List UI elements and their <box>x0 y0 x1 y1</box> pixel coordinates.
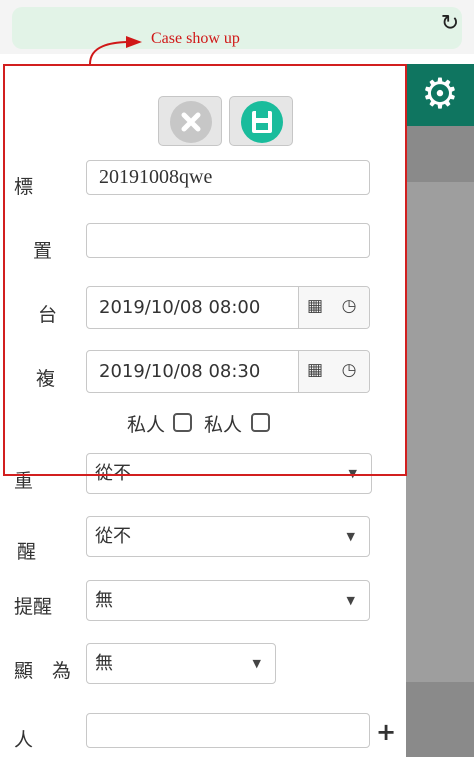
end-datetime-addon: ▦ ◷ <box>298 351 369 392</box>
chevron-down-icon: ▼ <box>346 594 355 607</box>
location-input[interactable] <box>86 223 370 258</box>
annotation-label: Case show up <box>151 30 240 47</box>
clock-icon[interactable]: ◷ <box>339 360 359 380</box>
annotation-arrow <box>89 36 142 65</box>
private-checkbox[interactable] <box>173 413 192 432</box>
clock-icon[interactable]: ◷ <box>339 296 359 316</box>
repeat-select[interactable]: 從不 ▼ <box>86 453 372 494</box>
private-checkbox-2[interactable] <box>251 413 270 432</box>
close-icon <box>170 101 212 143</box>
private-label: 私人 <box>127 414 166 436</box>
reminder-select[interactable]: 從不 ▼ <box>86 516 370 557</box>
show-as-value: 無 <box>95 653 113 674</box>
title-value: 20191008qwe <box>99 166 213 188</box>
background-content <box>406 182 474 682</box>
start-datetime-addon: ▦ ◷ <box>298 287 369 328</box>
start-label: 台 <box>38 304 58 326</box>
chevron-down-icon: ▼ <box>346 530 355 543</box>
calendar-icon[interactable]: ▦ <box>305 296 325 316</box>
repeat-label: 重 <box>14 470 34 492</box>
chevron-down-icon: ▼ <box>252 657 261 670</box>
reminder-value: 從不 <box>95 526 131 547</box>
cancel-button[interactable] <box>158 96 222 146</box>
gear-icon[interactable]: ⚙ <box>418 70 462 118</box>
calendar-icon[interactable]: ▦ <box>305 360 325 380</box>
title-input[interactable]: 20191008qwe <box>86 160 370 195</box>
chevron-down-icon: ▼ <box>348 467 357 480</box>
start-datetime-value: 2019/10/08 08:00 <box>99 297 261 318</box>
save-icon <box>241 101 283 143</box>
title-label: 標 <box>14 176 34 198</box>
end-datetime-value: 2019/10/08 08:30 <box>99 361 261 382</box>
private-label-2: 私人 <box>204 414 243 436</box>
show-as-select[interactable]: 無 ▼ <box>86 643 276 684</box>
end-label: 複 <box>36 368 56 390</box>
start-datetime-input[interactable]: 2019/10/08 08:00 ▦ ◷ <box>86 286 370 329</box>
reminder2-select[interactable]: 無 ▼ <box>86 580 370 621</box>
person-label: 人 <box>14 729 34 751</box>
location-label: 置 <box>33 240 53 262</box>
add-person-icon[interactable]: + <box>375 719 397 745</box>
person-input[interactable] <box>86 713 370 748</box>
reminder2-label: 提醒 <box>14 596 53 618</box>
show-as-label: 顯 為 <box>14 660 72 682</box>
save-button[interactable] <box>229 96 293 146</box>
reminder-label: 醒 <box>17 541 37 563</box>
repeat-value: 從不 <box>95 463 131 484</box>
reload-icon[interactable]: ↻ <box>438 12 462 36</box>
reminder2-value: 無 <box>95 590 113 611</box>
end-datetime-input[interactable]: 2019/10/08 08:30 ▦ ◷ <box>86 350 370 393</box>
